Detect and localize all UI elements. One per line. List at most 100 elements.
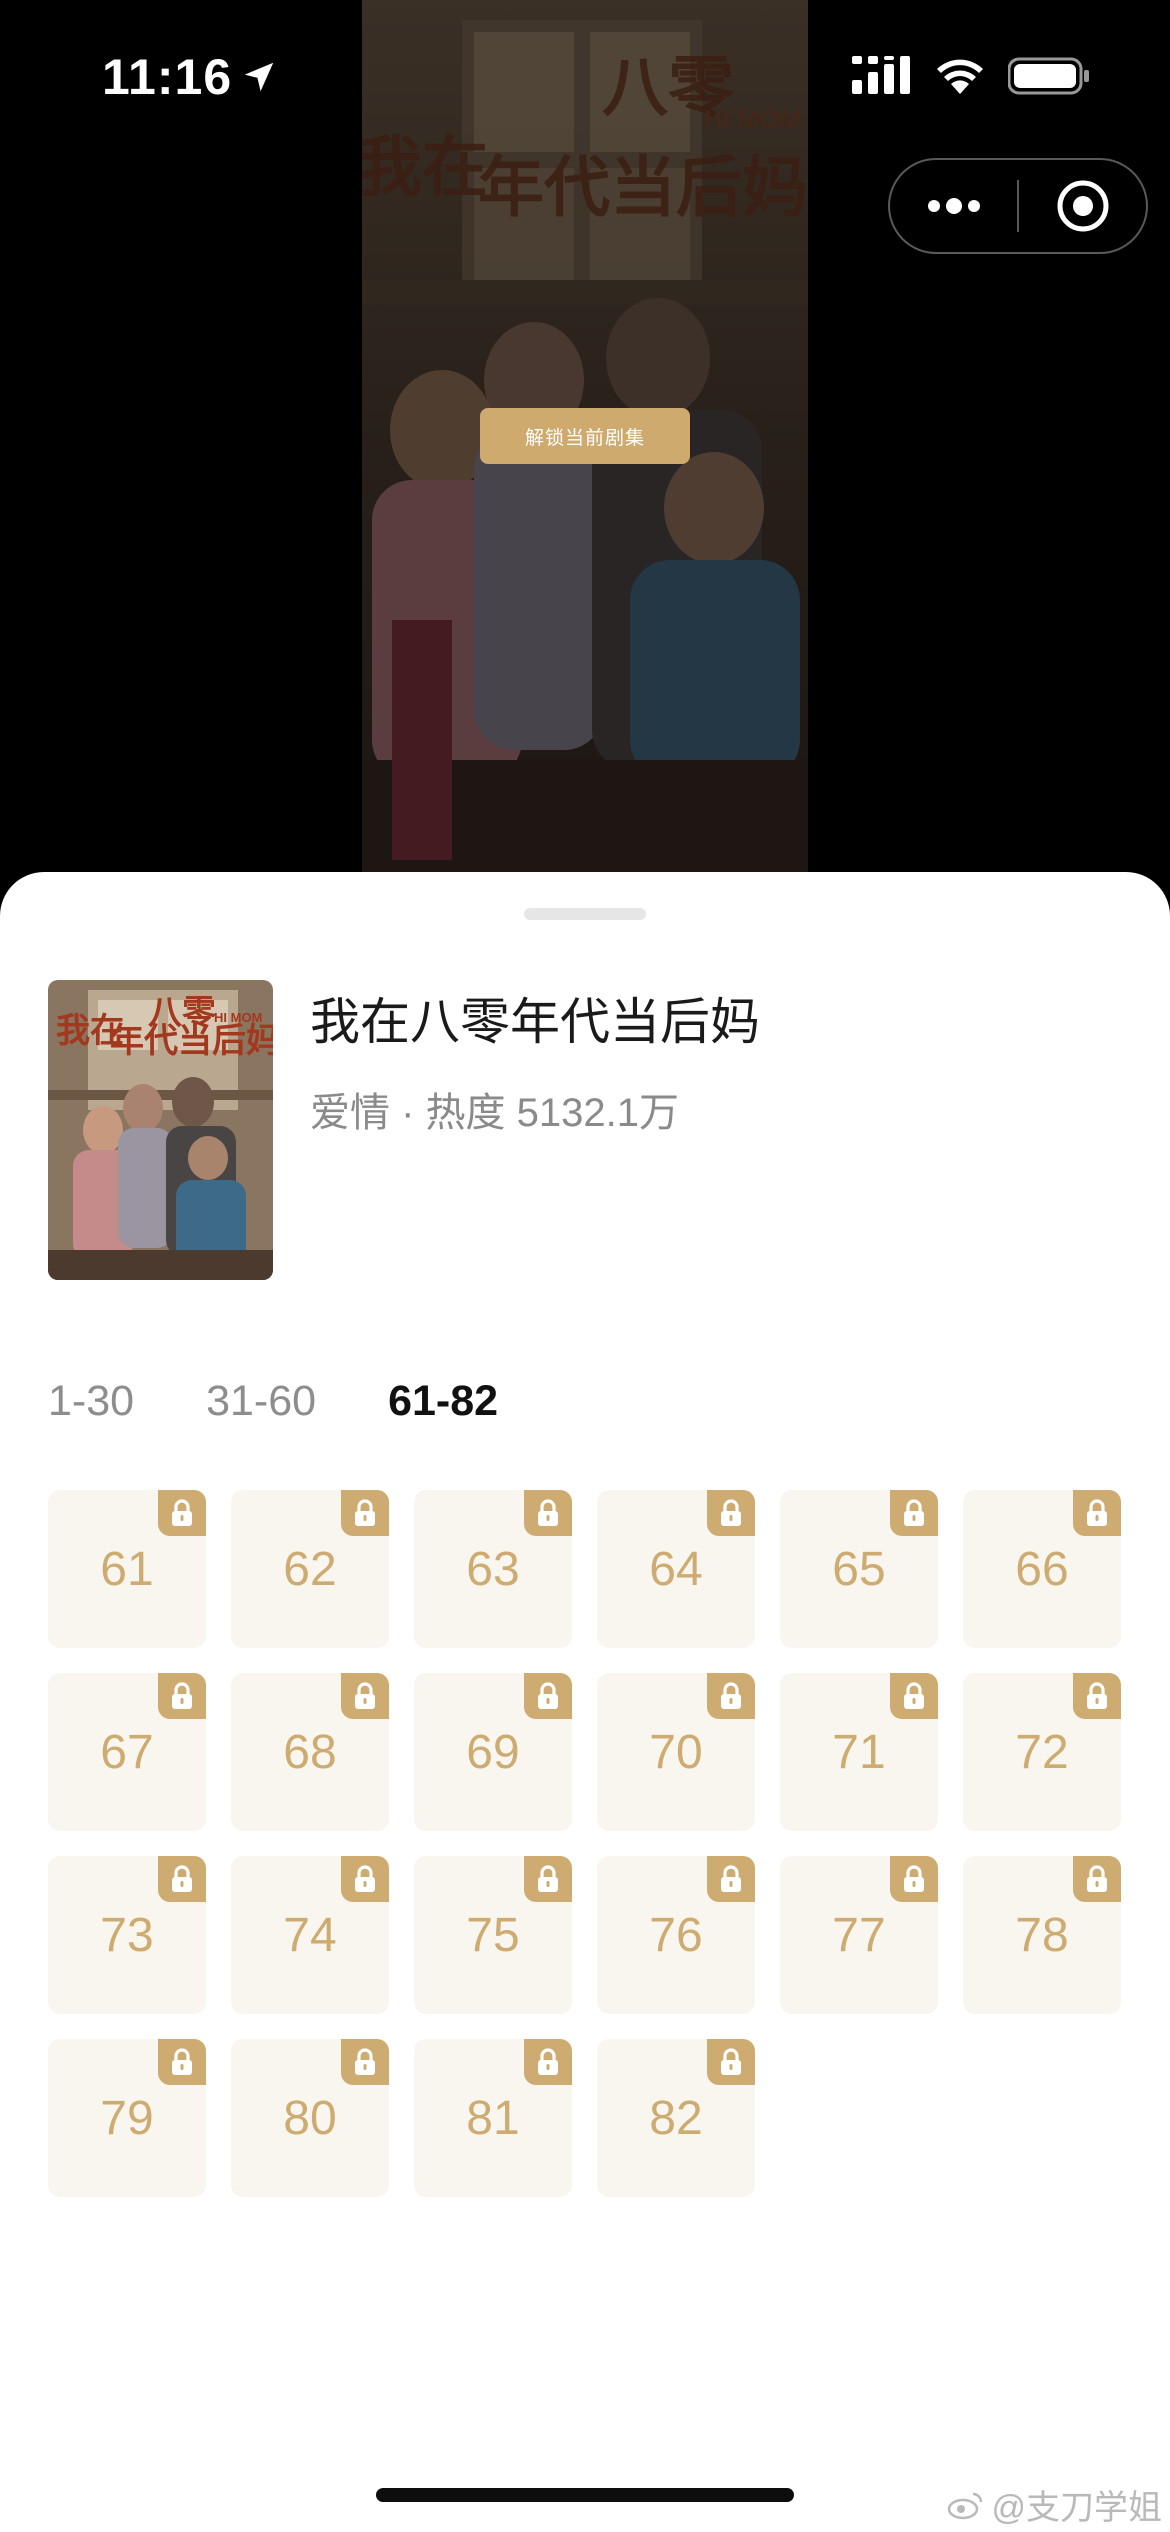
- episode-tile[interactable]: 80: [231, 2039, 389, 2197]
- lock-icon: [1087, 1499, 1107, 1526]
- episode-number: 71: [832, 1725, 886, 1779]
- episode-tile[interactable]: 73: [48, 1856, 206, 2014]
- lock-icon: [538, 1499, 558, 1526]
- episode-tile[interactable]: 75: [414, 1856, 572, 2014]
- lock-badge: [890, 1856, 938, 1902]
- lock-icon: [538, 2048, 558, 2075]
- episode-tile[interactable]: 61: [48, 1490, 206, 1648]
- episode-number: 74: [283, 1908, 337, 1962]
- episode-grid: 61 62 63 64 65 66 67 68 69 70 71 72 73 74 75 76 77 78 79 80…: [48, 1490, 1124, 2197]
- lock-icon: [721, 2048, 741, 2075]
- range-tab-1-30[interactable]: 1-30: [48, 1377, 134, 1426]
- episode-number: 65: [832, 1542, 886, 1596]
- range-tab-61-82[interactable]: 61-82: [388, 1377, 498, 1426]
- lock-badge: [158, 1856, 206, 1902]
- episode-tile[interactable]: 78: [963, 1856, 1121, 2014]
- lock-icon: [721, 1682, 741, 1709]
- lock-icon: [538, 1865, 558, 1892]
- weibo-icon: [948, 2492, 983, 2519]
- unlock-episode-button[interactable]: 解锁当前剧集: [480, 408, 690, 464]
- episode-tile[interactable]: 67: [48, 1673, 206, 1831]
- lock-icon: [721, 1499, 741, 1526]
- close-button[interactable]: [1019, 160, 1146, 252]
- lock-badge: [890, 1673, 938, 1719]
- episode-tile[interactable]: 71: [780, 1673, 938, 1831]
- range-tab-31-60[interactable]: 31-60: [206, 1377, 316, 1426]
- episode-tile[interactable]: 68: [231, 1673, 389, 1831]
- episode-tile[interactable]: 81: [414, 2039, 572, 2197]
- lock-icon: [355, 1865, 375, 1892]
- location-arrow-icon: [244, 62, 274, 92]
- episode-number: 75: [466, 1908, 520, 1962]
- lock-badge: [341, 1490, 389, 1536]
- episode-tile[interactable]: 74: [231, 1856, 389, 2014]
- episode-tile[interactable]: 66: [963, 1490, 1121, 1648]
- episode-tile[interactable]: 63: [414, 1490, 572, 1648]
- episode-sheet: 八零 我在 年代当后妈 HI MOM 我在八零年代当后妈 爱情 · 热度 513…: [0, 872, 1170, 2532]
- episode-tile[interactable]: 62: [231, 1490, 389, 1648]
- lock-icon: [1087, 1682, 1107, 1709]
- drama-meta: 爱情 · 热度 5132.1万: [310, 1091, 680, 1135]
- episode-number: 78: [1015, 1908, 1069, 1962]
- lock-badge: [158, 2039, 206, 2085]
- episode-tile[interactable]: 64: [597, 1490, 755, 1648]
- status-icons: [852, 56, 1090, 96]
- lock-icon: [355, 1682, 375, 1709]
- episode-number: 69: [466, 1725, 520, 1779]
- episode-tile[interactable]: 82: [597, 2039, 755, 2197]
- lock-badge: [341, 1856, 389, 1902]
- lock-badge: [707, 1490, 755, 1536]
- lock-badge: [524, 1490, 572, 1536]
- episode-tile[interactable]: 72: [963, 1673, 1121, 1831]
- close-target-icon: [1057, 180, 1108, 232]
- sheet-grabber[interactable]: [524, 908, 646, 920]
- episode-number: 82: [649, 2091, 703, 2145]
- lock-icon: [172, 1865, 192, 1892]
- episode-number: 72: [1015, 1725, 1069, 1779]
- drama-cover: 八零 我在 年代当后妈 HI MOM: [48, 980, 273, 1280]
- lock-badge: [524, 1673, 572, 1719]
- episode-tile[interactable]: 65: [780, 1490, 938, 1648]
- lock-icon: [1087, 1865, 1107, 1892]
- lock-icon: [355, 2048, 375, 2075]
- lock-badge: [890, 1490, 938, 1536]
- more-icon: [927, 198, 980, 214]
- episode-tile[interactable]: 77: [780, 1856, 938, 2014]
- episode-tile[interactable]: 70: [597, 1673, 755, 1831]
- lock-badge: [1073, 1856, 1121, 1902]
- episode-number: 81: [466, 2091, 520, 2145]
- lock-icon: [721, 1865, 741, 1892]
- lock-badge: [1073, 1490, 1121, 1536]
- episode-number: 62: [283, 1542, 337, 1596]
- lock-badge: [341, 2039, 389, 2085]
- lock-icon: [904, 1499, 924, 1526]
- home-indicator[interactable]: [376, 2488, 794, 2502]
- episode-number: 68: [283, 1725, 337, 1779]
- episode-number: 73: [100, 1908, 154, 1962]
- lock-badge: [1073, 1673, 1121, 1719]
- lock-icon: [904, 1682, 924, 1709]
- cover-title-line3: 年代当后妈: [110, 1022, 273, 1060]
- more-button[interactable]: [890, 160, 1017, 252]
- episode-number: 63: [466, 1542, 520, 1596]
- episode-tile[interactable]: 79: [48, 2039, 206, 2197]
- lock-icon: [172, 2048, 192, 2075]
- wifi-icon: [937, 59, 983, 94]
- episode-tile[interactable]: 69: [414, 1673, 572, 1831]
- drama-title: 我在八零年代当后妈: [310, 994, 760, 1050]
- lock-icon: [538, 1682, 558, 1709]
- lock-badge: [341, 1673, 389, 1719]
- episode-number: 70: [649, 1725, 703, 1779]
- episode-tile[interactable]: 76: [597, 1856, 755, 2014]
- battery-icon: [1008, 57, 1089, 95]
- lock-icon: [172, 1682, 192, 1709]
- lock-badge: [158, 1673, 206, 1719]
- episode-number: 61: [100, 1542, 154, 1596]
- lock-badge: [707, 1856, 755, 1902]
- cover-image: 八零 我在 年代当后妈 HI MOM: [48, 980, 273, 1280]
- episode-range-tabs: 1-30 31-60 61-82: [48, 1377, 498, 1426]
- watermark: @支刀学姐: [947, 2480, 1162, 2529]
- signal-icon: [852, 56, 910, 94]
- lock-icon: [904, 1865, 924, 1892]
- status-time: 11:16: [102, 48, 278, 106]
